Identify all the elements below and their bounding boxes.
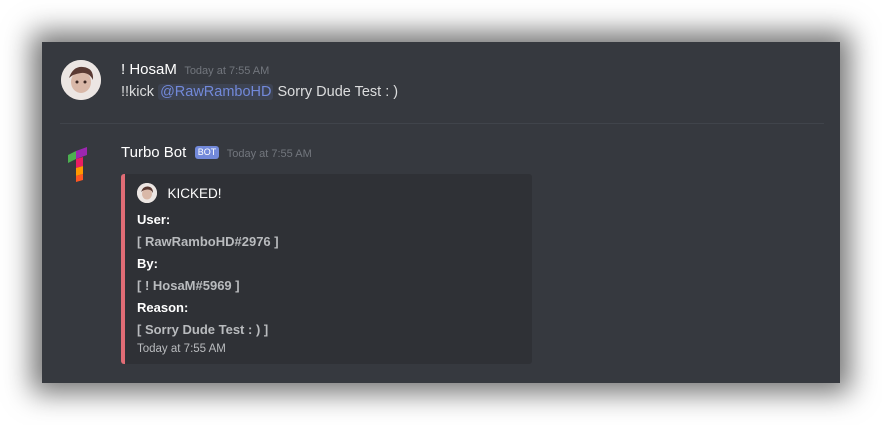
embed-author: KICKED! [137,183,221,203]
command-text: !!kick [121,84,155,100]
message-divider [60,123,824,124]
bot-badge: BOT [194,146,220,159]
embed-title: KICKED! [167,185,222,201]
field-value-by: [ ! HosaM#5969 ] [137,278,240,293]
field-label-user: User: [137,212,171,227]
kick-embed: KICKED! User: [ RawRamboHD#2976 ] By: [ … [121,174,532,364]
message-timestamp: Today at 7:55 AM [226,148,312,160]
username[interactable]: ! HosaM [121,61,177,78]
user-mention[interactable]: @RawRamboHD [158,84,274,100]
chat-panel: ! HosaM Today at 7:55 AM !!kick @RawRamb… [42,42,840,383]
bot-username[interactable]: Turbo Bot [121,144,186,161]
user-avatar-image [61,60,101,100]
reason-text: Sorry Dude Test : ) [277,84,399,100]
field-label-reason: Reason: [137,300,189,315]
embed-footer-timestamp: Today at 7:55 AM [137,343,226,355]
field-value-reason: [ Sorry Dude Test : ) ] [137,322,269,337]
field-value-user: [ RawRamboHD#2976 ] [137,234,279,249]
message-content: !!kick @RawRamboHD Sorry Dude Test : ) [121,84,398,100]
turbo-bot-logo-icon [68,147,87,182]
message-timestamp: Today at 7:55 AM [184,65,270,77]
user-avatar[interactable] [61,60,101,100]
field-label-by: By: [137,256,158,271]
bot-avatar[interactable] [61,143,101,183]
embed-author-avatar [137,183,157,203]
